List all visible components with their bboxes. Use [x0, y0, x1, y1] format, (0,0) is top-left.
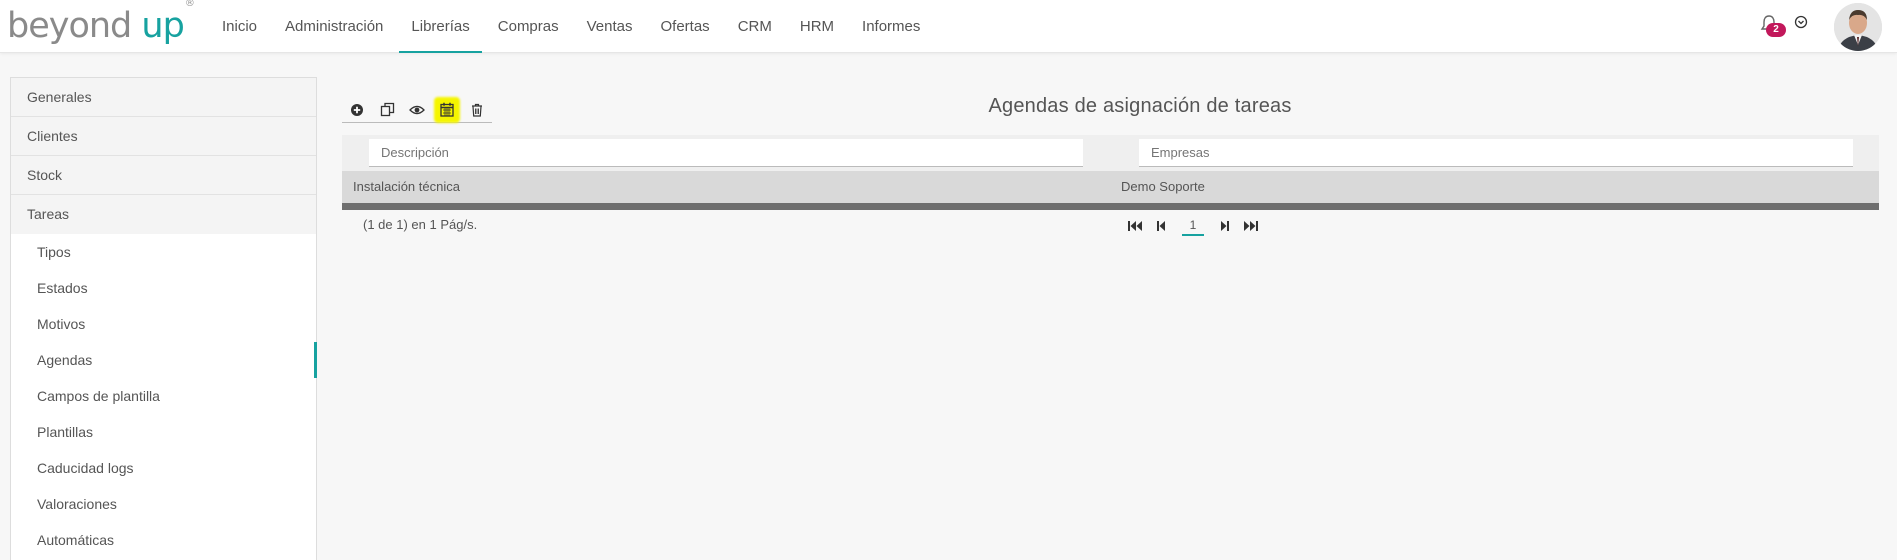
next-page-button[interactable] — [1214, 217, 1236, 235]
nav-item-informes[interactable]: Informes — [850, 0, 932, 53]
brand-registered-mark: ® — [184, 0, 195, 10]
trash-icon — [472, 103, 482, 117]
duplicate-button[interactable] — [372, 97, 402, 123]
user-avatar[interactable] — [1834, 3, 1882, 51]
cell-description: Instalación técnica — [353, 179, 460, 194]
record-toolbar — [342, 97, 492, 123]
top-bar: beyond up® Inicio Administración Librerí… — [0, 0, 1897, 53]
paginator: 1 — [1124, 216, 1266, 236]
plus-circle-icon — [351, 103, 363, 116]
sidebar-item-tipos[interactable]: Tipos — [11, 234, 316, 270]
companies-filter-input[interactable] — [1139, 139, 1853, 167]
nav-item-compras[interactable]: Compras — [486, 0, 571, 53]
previous-page-button[interactable] — [1150, 217, 1172, 235]
nav-item-inicio[interactable]: Inicio — [210, 0, 269, 53]
sidebar-section-clientes[interactable]: Clientes — [11, 117, 316, 156]
description-filter-input[interactable] — [369, 139, 1083, 167]
brand-logo[interactable]: beyond up® — [7, 0, 195, 46]
first-page-button[interactable] — [1124, 217, 1146, 235]
sidebar: Generales Clientes Stock Tareas Tipos Es… — [10, 77, 317, 560]
last-page-button[interactable] — [1240, 217, 1262, 235]
sidebar-section-generales[interactable]: Generales — [11, 78, 316, 117]
sidebar-item-agendas[interactable]: Agendas — [11, 342, 317, 378]
sidebar-item-motivos[interactable]: Motivos — [11, 306, 316, 342]
user-photo-icon — [1834, 3, 1882, 51]
notification-badge: 2 — [1766, 23, 1786, 37]
eye-icon — [409, 105, 425, 114]
page-number-1[interactable]: 1 — [1182, 216, 1204, 236]
brand-word-up: up — [141, 6, 184, 46]
step-back-icon — [1157, 221, 1165, 231]
view-button[interactable] — [402, 97, 432, 123]
skip-last-icon — [1244, 221, 1258, 231]
pager-info: (1 de 1) en 1 Pág/s. — [363, 217, 478, 232]
add-button[interactable] — [342, 97, 372, 123]
nav-item-ofertas[interactable]: Ofertas — [649, 0, 722, 53]
nav-item-crm[interactable]: CRM — [726, 0, 784, 53]
step-forward-icon — [1221, 221, 1229, 231]
calendar-icon — [440, 102, 454, 117]
sidebar-item-plantillas[interactable]: Plantillas — [11, 414, 316, 450]
sidebar-item-valoraciones[interactable]: Valoraciones — [11, 486, 316, 522]
sidebar-item-campos-de-plantilla[interactable]: Campos de plantilla — [11, 378, 316, 414]
sidebar-section-stock[interactable]: Stock — [11, 156, 316, 195]
delete-button[interactable] — [462, 97, 492, 123]
table-divider — [342, 203, 1879, 210]
nav-item-ventas[interactable]: Ventas — [575, 0, 645, 53]
sidebar-section-tareas[interactable]: Tareas — [11, 195, 316, 234]
brand-word-beyond: beyond — [7, 6, 142, 46]
main-nav: Inicio Administración Librerías Compras … — [210, 0, 936, 53]
nav-item-administracion[interactable]: Administración — [273, 0, 395, 53]
sidebar-item-estados[interactable]: Estados — [11, 270, 316, 306]
filter-row — [342, 135, 1879, 171]
page-title: Agendas de asignación de tareas — [988, 95, 1292, 117]
skip-first-icon — [1128, 221, 1142, 231]
nav-item-hrm[interactable]: HRM — [788, 0, 846, 53]
sidebar-item-caducidad-logs[interactable]: Caducidad logs — [11, 450, 316, 486]
sidebar-item-automaticas[interactable]: Automáticas — [11, 522, 316, 558]
calendar-button[interactable] — [432, 97, 462, 123]
table-row[interactable]: Instalación técnica Demo Soporte — [342, 171, 1879, 203]
chevron-down-circle-icon[interactable] — [1794, 15, 1808, 29]
copy-icon — [380, 102, 394, 117]
nav-item-librerias[interactable]: Librerías — [399, 0, 482, 53]
cell-company: Demo Soporte — [1121, 179, 1205, 194]
